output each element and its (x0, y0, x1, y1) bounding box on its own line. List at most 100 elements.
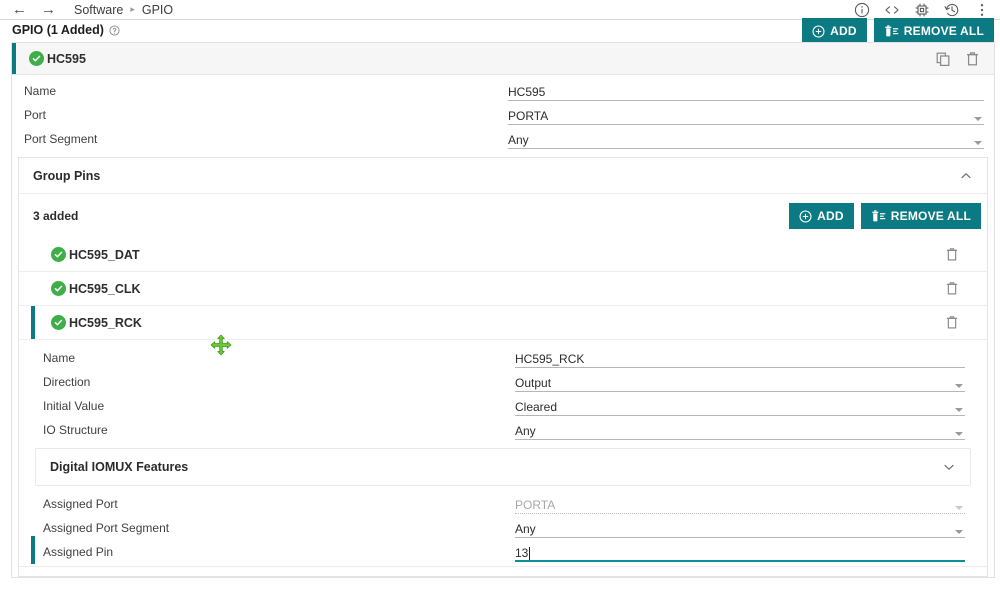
pin-name: HC595_DAT (69, 247, 140, 262)
field-label: Name (24, 84, 57, 98)
code-icon[interactable] (884, 2, 900, 18)
pin-name: HC595_CLK (69, 281, 141, 296)
kebab-menu-icon[interactable] (974, 2, 990, 18)
field-row-pin-name: Name HC595_RCK (19, 344, 987, 368)
gpio-item-actions (935, 51, 980, 67)
field-value: PORTA (515, 498, 556, 512)
breadcrumb-item-software[interactable]: Software (74, 3, 123, 17)
plus-circle-icon (812, 24, 825, 38)
trash-icon[interactable] (945, 315, 959, 330)
pin-detail-fields: Name HC595_RCK Direction Output Initial … (19, 340, 987, 440)
port-segment-select[interactable]: Any (508, 129, 984, 149)
field-value: Any (515, 522, 536, 536)
initial-value-select[interactable]: Cleared (515, 396, 965, 416)
add-button[interactable]: ADD (802, 18, 867, 44)
check-circle-icon (51, 281, 66, 296)
gpio-item-header[interactable]: HC595 (12, 43, 994, 75)
field-value: Any (515, 424, 536, 438)
io-structure-select[interactable]: Any (515, 420, 965, 440)
gpio-configurator: ← → Software ▸ GPIO GPIO (1 Added) ADD R… (0, 0, 1000, 596)
chevron-down-icon (974, 117, 982, 121)
field-row-assigned-pin: Assigned Pin 13 (19, 536, 987, 564)
field-row-io-structure: IO Structure Any (19, 416, 987, 440)
duplicate-icon[interactable] (935, 51, 951, 67)
field-label: Direction (43, 375, 91, 389)
group-pins-remove-all-button[interactable]: REMOVE ALL (860, 203, 981, 229)
breadcrumb: Software ▸ GPIO (74, 3, 173, 17)
group-pins-add-label: ADD (817, 209, 844, 223)
field-value: Output (515, 376, 552, 390)
back-arrow-icon[interactable]: ← (12, 2, 27, 17)
field-label: Port (24, 108, 47, 122)
field-label: Assigned Pin (43, 545, 114, 559)
field-label: Assigned Port Segment (43, 521, 170, 535)
chevron-down-icon (955, 530, 963, 534)
group-pins-title: Group Pins (33, 168, 101, 183)
trash-list-icon (871, 209, 886, 223)
top-icon-group (854, 2, 990, 18)
selection-indicator (31, 306, 35, 339)
history-icon[interactable] (944, 2, 960, 18)
assigned-port-select: PORTA (515, 494, 965, 514)
remove-all-button-label: REMOVE ALL (903, 24, 984, 38)
pin-name-input[interactable]: HC595_RCK (515, 348, 965, 368)
name-input[interactable]: HC595 (508, 81, 984, 101)
field-label: Assigned Port (43, 497, 118, 511)
top-navigation-bar: ← → Software ▸ GPIO (0, 0, 1000, 20)
trash-icon[interactable] (965, 51, 980, 67)
field-label: IO Structure (43, 423, 108, 437)
assigned-fields: Assigned Port PORTA Assigned Port Segmen… (19, 486, 987, 564)
breadcrumb-separator-icon: ▸ (130, 4, 135, 14)
field-value: HC595_RCK (515, 352, 585, 366)
field-underline (508, 148, 984, 149)
remove-all-button[interactable]: REMOVE ALL (873, 18, 994, 44)
forward-arrow-icon[interactable]: → (41, 2, 56, 17)
field-row-name: Name HC595 (12, 77, 994, 101)
chevron-down-icon (955, 506, 963, 510)
selection-indicator (12, 43, 16, 74)
plus-circle-icon (799, 209, 812, 223)
check-circle-icon (29, 51, 44, 66)
field-value: 13 (515, 546, 529, 560)
field-row-port-segment: Port Segment Any (12, 125, 994, 149)
help-circle-icon[interactable] (109, 24, 120, 36)
field-label: Initial Value (43, 399, 105, 413)
text-cursor (529, 547, 530, 560)
field-label: Port Segment (24, 132, 98, 146)
group-pins-header[interactable]: Group Pins (19, 158, 987, 194)
nav-arrows: ← → (12, 2, 56, 17)
field-value: HC595 (508, 85, 546, 99)
info-icon[interactable] (854, 2, 870, 18)
group-pins-toolbar: 3 added ADD REMOVE ALL (19, 194, 987, 238)
chevron-up-icon[interactable] (959, 169, 973, 183)
assigned-port-segment-select[interactable]: Any (515, 518, 965, 538)
port-select[interactable]: PORTA (508, 105, 984, 125)
field-row-direction: Direction Output (19, 368, 987, 392)
chip-icon[interactable] (914, 2, 930, 18)
list-item[interactable]: HC595_DAT (19, 238, 987, 272)
selection-indicator (31, 536, 35, 564)
trash-icon[interactable] (945, 281, 959, 296)
list-item[interactable]: HC595_RCK (19, 306, 987, 340)
digital-iomux-features-panel[interactable]: Digital IOMUX Features (35, 448, 971, 486)
field-row-initial-value: Initial Value Cleared (19, 392, 987, 416)
field-row-port: Port PORTA (12, 101, 994, 125)
digital-iomux-features-title: Digital IOMUX Features (50, 460, 189, 474)
list-item[interactable]: HC595_CLK (19, 272, 987, 306)
field-value: PORTA (508, 109, 549, 123)
group-pins-remove-all-label: REMOVE ALL (890, 209, 971, 223)
assigned-pin-input[interactable]: 13 (515, 542, 965, 562)
direction-select[interactable]: Output (515, 372, 965, 392)
chevron-down-icon (955, 384, 963, 388)
group-pins-count: 3 added (33, 209, 79, 223)
group-pins-add-button[interactable]: ADD (789, 203, 854, 229)
field-value: Cleared (515, 400, 558, 414)
field-row-assigned-port-segment: Assigned Port Segment Any (19, 514, 987, 538)
breadcrumb-item-gpio[interactable]: GPIO (142, 3, 173, 17)
chevron-down-icon[interactable] (942, 460, 956, 474)
field-row-assigned-port: Assigned Port PORTA (19, 490, 987, 514)
pin-name: HC595_RCK (69, 315, 142, 330)
pin-actions (945, 247, 959, 262)
pin-actions (945, 281, 959, 296)
trash-icon[interactable] (945, 247, 959, 262)
